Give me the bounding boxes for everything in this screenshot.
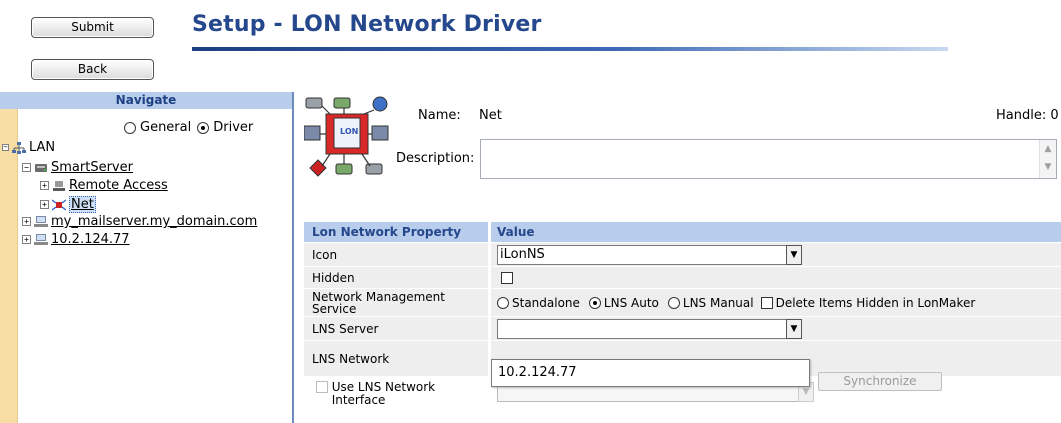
description-field[interactable]: ▲ ▼ — [480, 139, 1057, 179]
dropdown-arrow-icon[interactable]: ▼ — [786, 244, 802, 265]
computer-icon — [34, 233, 48, 245]
dropdown-arrow-icon[interactable]: ▼ — [786, 318, 802, 339]
hidden-value-cell — [491, 267, 1061, 288]
description-scrollbar[interactable]: ▲ ▼ — [1039, 140, 1056, 178]
lns-auto-radio[interactable] — [588, 296, 601, 309]
use-lns-checkbox[interactable] — [316, 381, 328, 393]
network-icon — [52, 198, 66, 211]
general-radio[interactable] — [124, 121, 136, 134]
lns-manual-label: LNS Manual — [682, 295, 754, 310]
scroll-down-icon[interactable]: ▼ — [1040, 158, 1056, 176]
use-lns-cell: Use LNS Network Interface — [304, 377, 488, 407]
tree-item-remote-access[interactable]: + Remote Access — [40, 178, 168, 193]
table-row: Icon iLonNS ▼ — [304, 243, 1061, 267]
lon-network-driver-icon: LON — [304, 96, 389, 177]
tree-label-net[interactable]: Net — [69, 196, 96, 213]
handle-value: Handle: 0 — [996, 108, 1059, 123]
table-row: Hidden — [304, 267, 1061, 289]
lns-server-dropdown-list[interactable]: 10.2.124.77 — [491, 359, 810, 387]
dropdown-option[interactable]: 10.2.124.77 — [498, 365, 577, 380]
lns-manual-radio[interactable] — [667, 296, 680, 309]
svg-text:LON: LON — [340, 127, 358, 136]
tree-label-smartserver[interactable]: SmartServer — [51, 160, 133, 175]
standalone-label: Standalone — [512, 295, 580, 310]
main-panel: LON Name: Net Handle: 0 Description: ▲ ▼… — [296, 92, 1061, 423]
hidden-label: Hidden — [304, 267, 488, 288]
page-title: Setup - LON Network Driver — [192, 12, 542, 37]
tree-label-lan: LAN — [29, 140, 56, 155]
navigate-panel: Navigate General Driver − LAN − SmartSer… — [0, 92, 294, 423]
delete-hidden-checkbox[interactable] — [760, 296, 773, 309]
back-button[interactable]: Back — [31, 59, 154, 80]
icon-select-value: iLonNS — [500, 246, 545, 262]
navigate-mode: General Driver — [124, 120, 253, 135]
tree-item-net[interactable]: + Net — [40, 196, 96, 213]
expand-icon[interactable]: + — [40, 200, 49, 209]
lns-auto-label: LNS Auto — [603, 295, 659, 310]
table-header: Lon Network Property Value — [304, 222, 1061, 243]
column-header-value: Value — [491, 222, 1061, 242]
use-lns-label: Use LNS Network Interface — [331, 380, 436, 407]
synchronize-button[interactable]: Synchronize — [818, 372, 942, 391]
tree-item-mailserver[interactable]: + my_mailserver.my_domain.com — [22, 214, 257, 229]
lns-server-label: LNS Server — [304, 317, 488, 340]
tree-item-smartserver[interactable]: − SmartServer — [22, 160, 133, 175]
driver-label: Driver — [213, 120, 254, 135]
tree-item-ip[interactable]: + 10.2.124.77 — [22, 232, 130, 247]
hidden-checkbox[interactable] — [501, 271, 513, 284]
name-value: Net — [479, 108, 502, 123]
scroll-up-icon[interactable]: ▲ — [1040, 140, 1056, 158]
tree-label-mailserver[interactable]: my_mailserver.my_domain.com — [51, 214, 257, 229]
collapse-icon[interactable]: − — [2, 144, 9, 151]
column-header-property: Lon Network Property — [304, 222, 488, 242]
nms-label: Network Management Service — [304, 289, 488, 316]
server-icon — [35, 163, 47, 172]
submit-button[interactable]: Submit — [31, 17, 154, 38]
lns-server-select[interactable]: ▼ — [497, 318, 802, 339]
driver-radio[interactable] — [197, 121, 210, 134]
delete-hidden-label: Delete Items Hidden in LonMaker — [775, 295, 976, 310]
lns-server-value-cell: ▼ — [491, 317, 1061, 340]
tree-label-ip[interactable]: 10.2.124.77 — [51, 232, 130, 247]
icon-label: Icon — [304, 243, 488, 266]
remote-access-icon — [53, 180, 65, 191]
description-label: Description: — [396, 151, 475, 166]
computer-icon — [34, 215, 48, 227]
expand-icon[interactable]: + — [22, 235, 31, 244]
expand-icon[interactable]: + — [40, 181, 49, 190]
icon-select[interactable]: iLonNS ▼ — [497, 244, 802, 265]
name-label: Name: — [418, 108, 461, 123]
page-root: Submit Back Setup - LON Network Driver N… — [0, 0, 1061, 423]
standalone-radio[interactable] — [497, 296, 509, 309]
table-row: Network Management Service Standalone LN… — [304, 289, 1061, 317]
general-label: General — [140, 120, 192, 135]
collapse-icon[interactable]: − — [22, 163, 31, 172]
expand-icon[interactable]: + — [22, 217, 31, 226]
title-rule — [192, 47, 948, 51]
lns-network-label: LNS Network — [304, 341, 488, 376]
tree-item-lan[interactable]: − LAN — [2, 140, 55, 155]
nms-value-cell: Standalone LNS Auto LNS Manual Delete It… — [491, 289, 1061, 316]
tree-label-remote-access[interactable]: Remote Access — [69, 178, 168, 193]
table-row: LNS Server ▼ — [304, 317, 1061, 341]
navigate-header: Navigate — [0, 92, 292, 109]
icon-value-cell: iLonNS ▼ — [491, 243, 1061, 266]
lan-icon — [12, 141, 26, 154]
